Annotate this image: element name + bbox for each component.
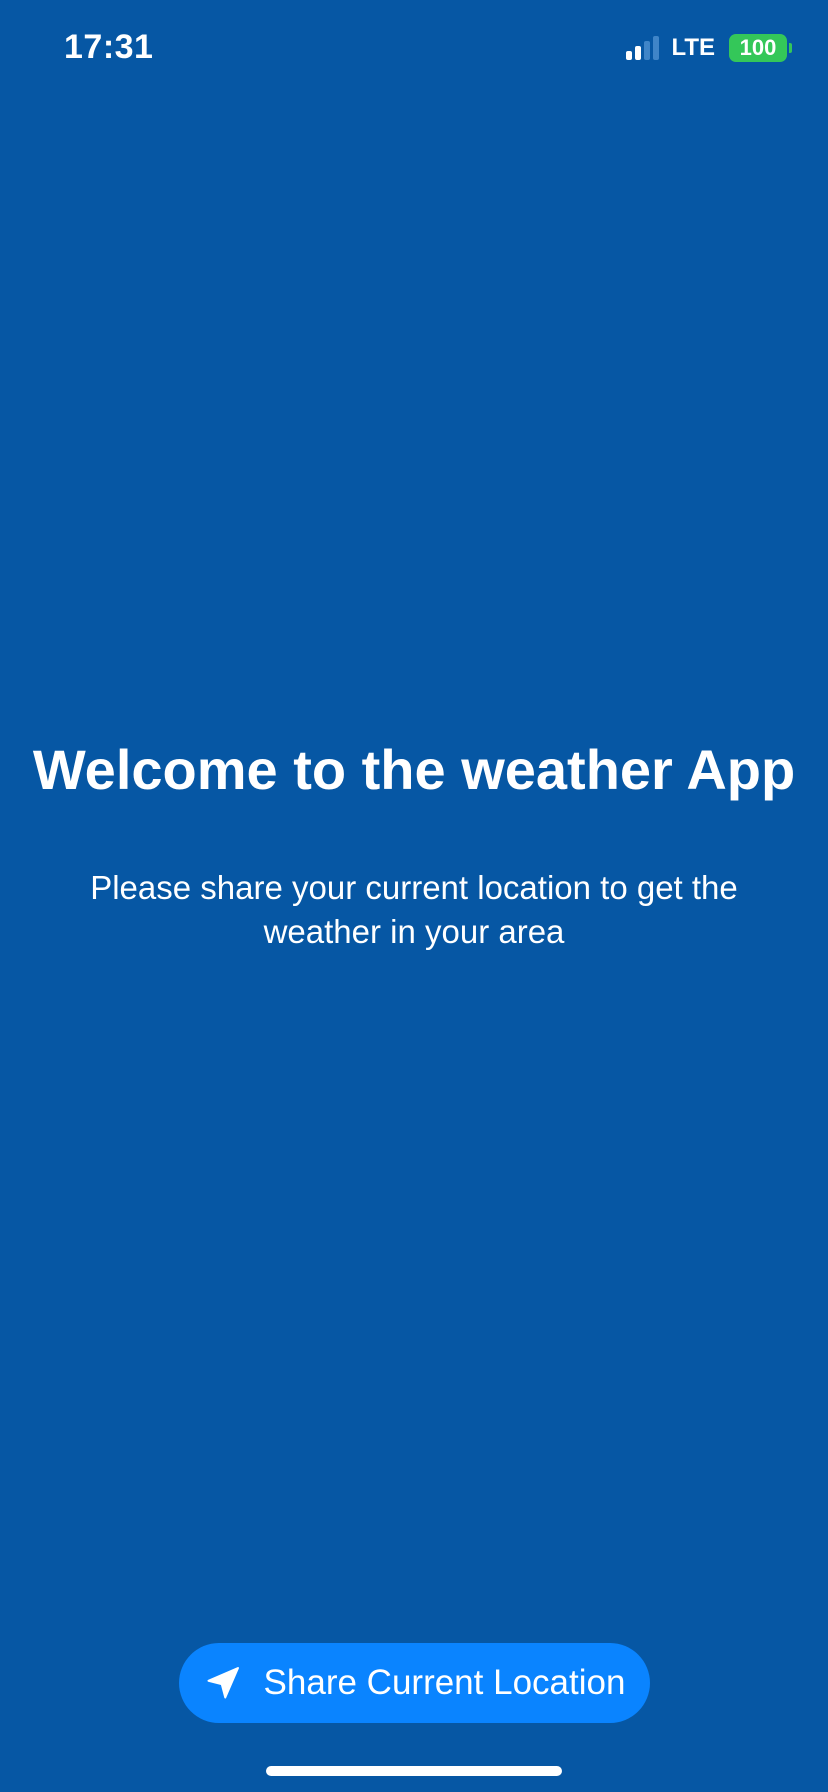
welcome-title: Welcome to the weather App (32, 738, 796, 801)
network-type-label: LTE (671, 34, 715, 61)
welcome-subtitle: Please share your current location to ge… (90, 869, 738, 950)
battery-level: 100 (729, 34, 787, 62)
home-indicator[interactable] (266, 1766, 562, 1776)
battery-cap (789, 43, 792, 53)
battery-icon: 100 (729, 34, 792, 62)
location-arrow-icon (207, 1667, 239, 1699)
cellular-signal-icon (626, 36, 660, 60)
status-bar: 17:31 LTE 100 (0, 0, 828, 100)
share-location-button[interactable]: Share Current Location (179, 1643, 650, 1723)
status-time: 17:31 (64, 28, 154, 66)
status-indicators: LTE 100 (626, 34, 792, 62)
share-button-label: Share Current Location (263, 1663, 626, 1702)
